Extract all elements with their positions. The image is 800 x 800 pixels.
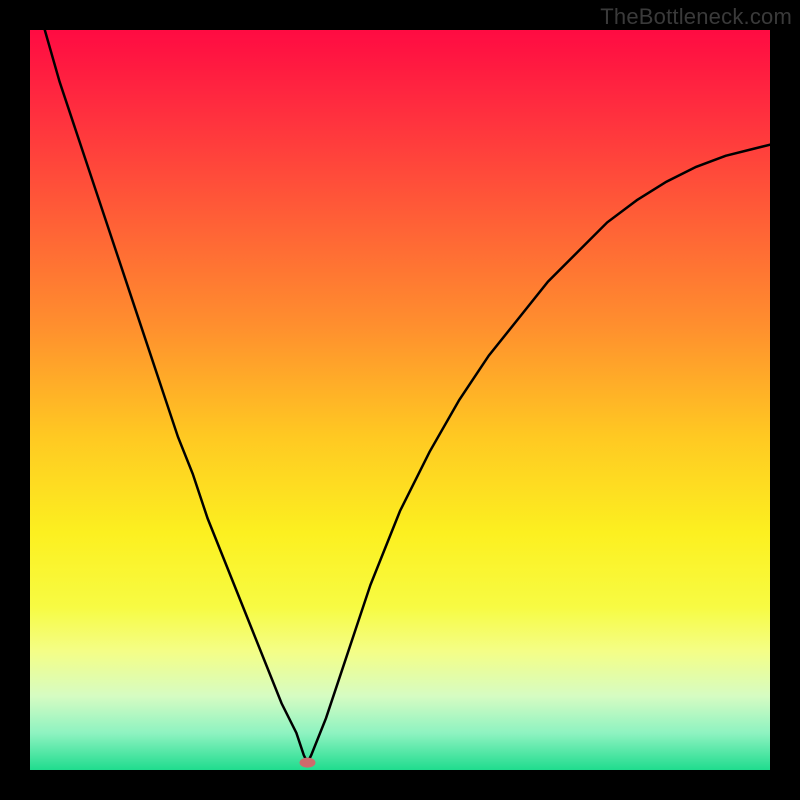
chart-frame: TheBottleneck.com — [0, 0, 800, 800]
watermark-text: TheBottleneck.com — [600, 4, 792, 30]
min-point-marker — [300, 758, 316, 768]
curve-layer — [30, 30, 770, 770]
plot-area — [30, 30, 770, 770]
curve-line — [45, 30, 770, 763]
